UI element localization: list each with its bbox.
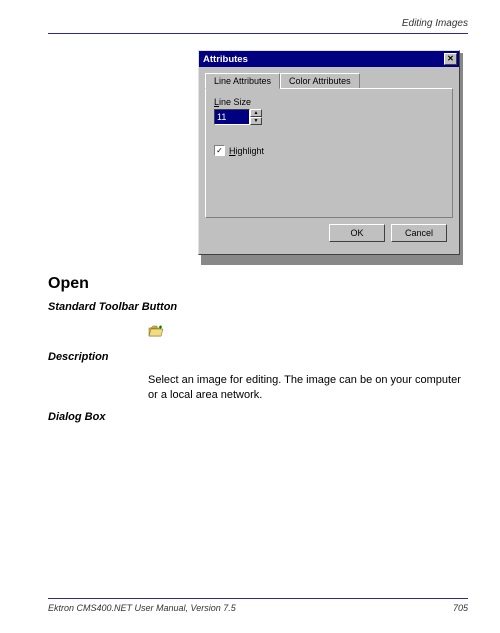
line-size-label: Line Size	[214, 97, 444, 107]
cancel-button[interactable]: Cancel	[391, 224, 447, 242]
dialog-titlebar: Attributes ✕	[199, 51, 459, 67]
highlight-row: ✓ Highlight	[214, 145, 444, 156]
subheading-description: Description	[48, 351, 468, 363]
section-heading-open: Open	[48, 275, 468, 293]
subheading-toolbar: Standard Toolbar Button	[48, 301, 468, 313]
tab-color-attributes[interactable]: Color Attributes	[280, 73, 360, 88]
spinner-up-icon[interactable]: ▲	[250, 109, 262, 117]
dialog-button-row: OK Cancel	[205, 218, 453, 248]
toolbar-icon-sample	[48, 323, 468, 341]
highlight-label: Highlight	[229, 146, 264, 156]
spinner-down-icon[interactable]: ▼	[250, 117, 262, 125]
dialog-screenshot: Attributes ✕ Line Attributes Color Attri…	[48, 50, 468, 255]
ok-button[interactable]: OK	[329, 224, 385, 242]
attributes-dialog: Attributes ✕ Line Attributes Color Attri…	[198, 50, 460, 255]
dialog-title: Attributes	[203, 54, 248, 65]
line-size-value: 11	[215, 110, 249, 124]
page-footer: Ektron CMS400.NET User Manual, Version 7…	[48, 598, 468, 613]
tab-panel: Line Size 11 ▲ ▼ ✓ H	[205, 88, 453, 218]
footer-manual-title: Ektron CMS400.NET User Manual, Version 7…	[48, 603, 236, 613]
footer-page-number: 705	[453, 603, 468, 613]
tab-line-attributes[interactable]: Line Attributes	[205, 73, 280, 89]
close-icon[interactable]: ✕	[444, 53, 457, 65]
header-section-label: Editing Images	[48, 18, 468, 33]
subheading-dialogbox: Dialog Box	[48, 411, 468, 423]
footer-rule	[48, 598, 468, 599]
header-rule	[48, 33, 468, 34]
highlight-checkbox[interactable]: ✓	[214, 145, 225, 156]
tab-strip: Line Attributes Color Attributes	[205, 73, 453, 88]
line-size-input[interactable]: 11	[214, 109, 250, 125]
description-text: Select an image for editing. The image c…	[48, 373, 468, 403]
line-size-field: Line Size 11 ▲ ▼	[214, 97, 444, 125]
open-folder-icon	[148, 324, 162, 336]
